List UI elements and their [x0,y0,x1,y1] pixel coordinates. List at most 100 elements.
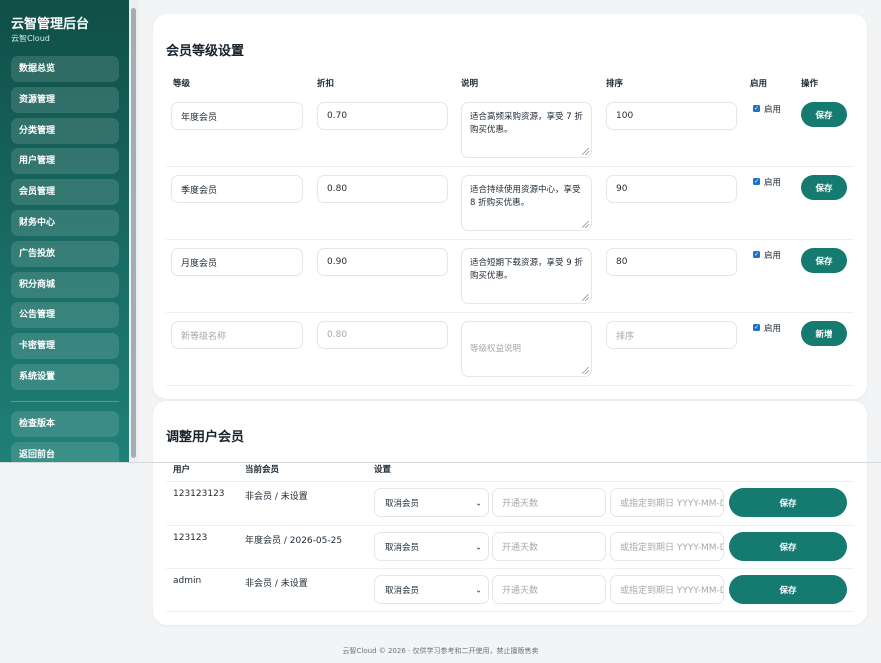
row-divider [166,568,854,569]
user-name: 123123123 [173,489,225,499]
enabled-label: 启用 [764,251,782,261]
adjust-membership-card: 调整用户会员 用户 当前会员 设置 123123123 非会员 / 未设置 取消… [153,401,867,625]
footer: 云智Cloud © 2026 · 仅供学习参考和二开使用，禁止擅贩售卖 [0,646,881,656]
sidebar-item-membership[interactable]: 会员管理 [11,179,119,206]
sidebar-item-categories[interactable]: 分类管理 [11,117,119,144]
enabled-label: 启用 [764,178,782,188]
resize-grip-icon[interactable] [582,148,589,155]
add-level-button[interactable]: 新增 [801,321,847,346]
row-divider [166,239,854,240]
row-divider [166,312,854,313]
level-discount-input[interactable]: 0.80 [317,175,448,203]
save-membership-button[interactable]: 保存 [729,575,847,604]
days-input[interactable]: 开通天数 [492,488,606,517]
enabled-label: 启用 [764,105,782,115]
expiry-date-input[interactable]: 或指定到期日 YYYY-MM-DD [610,532,724,561]
sidebar-item-announcements[interactable]: 公告管理 [11,302,119,329]
save-level-button[interactable]: 保存 [801,102,847,127]
sidebar-item-finance[interactable]: 财务中心 [11,209,119,236]
save-level-button[interactable]: 保存 [801,248,847,273]
member-level-title: 会员等级设置 [166,44,245,59]
level-sort-input[interactable]: 100 [606,102,737,130]
sidebar-item-points-mall[interactable]: 积分商城 [11,271,119,298]
resize-grip-icon[interactable] [582,294,589,301]
resize-grip-icon[interactable] [582,367,589,374]
brand-title: 云智管理后台 [11,17,90,32]
user-current-membership: 非会员 / 未设置 [245,579,308,589]
enabled-checkbox[interactable]: ✓ [753,105,760,112]
new-level-enabled-label: 启用 [764,324,782,334]
new-level-name-input[interactable]: 新等级名称 [171,321,303,349]
sidebar-item-card-keys[interactable]: 卡密管理 [11,333,119,360]
row-divider [166,166,854,167]
col-header-sort: 排序 [606,79,624,89]
sidebar-item-back-frontend[interactable]: 返回前台 [11,441,119,463]
membership-select-value: 取消会员 [385,585,420,596]
new-level-description-textarea[interactable]: 等级权益说明 [461,321,592,377]
sidebar-bottom-nav: 检查版本 返回前台 [11,411,119,463]
save-membership-button[interactable]: 保存 [729,488,847,517]
col-header-action: 操作 [801,79,819,89]
user-current-membership: 非会员 / 未设置 [245,492,308,502]
resize-grip-icon[interactable] [582,221,589,228]
membership-select[interactable]: 取消会员 ⌄ [374,575,489,604]
sidebar-item-check-version[interactable]: 检查版本 [11,411,119,437]
new-level-discount-input[interactable]: 0.80 [317,321,448,349]
row-divider [166,385,854,386]
expiry-date-input[interactable]: 或指定到期日 YYYY-MM-DD [610,488,724,517]
viewport-divider [0,462,881,463]
col-header-user: 用户 [173,465,191,475]
level-discount-input[interactable]: 0.90 [317,248,448,276]
chevron-down-icon: ⌄ [475,498,482,507]
level-description-textarea[interactable]: 适合持续使用资源中心，享受 8 折购买优惠。 [461,175,592,231]
membership-select[interactable]: 取消会员 ⌄ [374,532,489,561]
sidebar-item-users[interactable]: 用户管理 [11,148,119,175]
days-input[interactable]: 开通天数 [492,575,606,604]
chevron-down-icon: ⌄ [475,585,482,594]
sidebar-item-ads[interactable]: 广告投放 [11,240,119,267]
level-name-input[interactable]: 年度会员 [171,102,303,130]
sidebar-nav: 数据总览 资源管理 分类管理 用户管理 会员管理 财务中心 广告投放 积分商城 … [11,56,119,395]
level-description-textarea[interactable]: 适合短期下载资源，享受 9 折购买优惠。 [461,248,592,304]
new-level-enabled-checkbox[interactable]: ✓ [753,324,760,331]
new-level-description-placeholder: 等级权益说明 [470,343,522,354]
save-level-button[interactable]: 保存 [801,175,847,200]
brand-subtitle: 云智Cloud [11,34,50,43]
enabled-checkbox[interactable]: ✓ [753,251,760,258]
col-header-settings: 设置 [374,465,392,475]
sidebar-scrollbar-thumb[interactable] [131,8,136,458]
level-description-text: 适合高频采购资源，享受 7 折购买优惠。 [470,112,583,135]
sidebar: 云智管理后台 云智Cloud 数据总览 资源管理 分类管理 用户管理 会员管理 … [0,0,138,463]
col-header-current-membership: 当前会员 [245,465,280,475]
level-name-input[interactable]: 季度会员 [171,175,303,203]
membership-select-value: 取消会员 [385,542,420,553]
level-sort-input[interactable]: 90 [606,175,737,203]
sidebar-divider [11,401,119,402]
sidebar-item-resources[interactable]: 资源管理 [11,86,119,113]
new-level-sort-input[interactable]: 排序 [606,321,737,349]
membership-select-value: 取消会员 [385,498,420,509]
user-current-membership: 年度会员 / 2026-05-25 [245,536,343,546]
col-header-level: 等级 [173,79,191,89]
level-discount-input[interactable]: 0.70 [317,102,448,130]
chevron-down-icon: ⌄ [475,542,482,551]
row-divider [166,481,854,482]
level-sort-input[interactable]: 80 [606,248,737,276]
expiry-date-input[interactable]: 或指定到期日 YYYY-MM-DD [610,575,724,604]
level-name-input[interactable]: 月度会员 [171,248,303,276]
level-description-textarea[interactable]: 适合高频采购资源，享受 7 折购买优惠。 [461,102,592,158]
col-header-enabled: 启用 [750,79,768,89]
days-input[interactable]: 开通天数 [492,532,606,561]
save-membership-button[interactable]: 保存 [729,532,847,561]
member-level-card: 会员等级设置 等级 折扣 说明 排序 启用 操作 年度会员 0.70 适合高频采… [153,14,867,399]
membership-select[interactable]: 取消会员 ⌄ [374,488,489,517]
level-description-text: 适合持续使用资源中心，享受 8 折购买优惠。 [470,185,581,208]
user-name: 123123 [173,533,208,543]
footer-text: 云智Cloud © 2026 · 仅供学习参考和二开使用，禁止擅贩售卖 [342,647,539,655]
col-header-discount: 折扣 [317,79,335,89]
row-divider [166,525,854,526]
sidebar-item-settings[interactable]: 系统设置 [11,363,119,390]
level-description-text: 适合短期下载资源，享受 9 折购买优惠。 [470,258,583,281]
enabled-checkbox[interactable]: ✓ [753,178,760,185]
sidebar-item-overview[interactable]: 数据总览 [11,56,119,82]
